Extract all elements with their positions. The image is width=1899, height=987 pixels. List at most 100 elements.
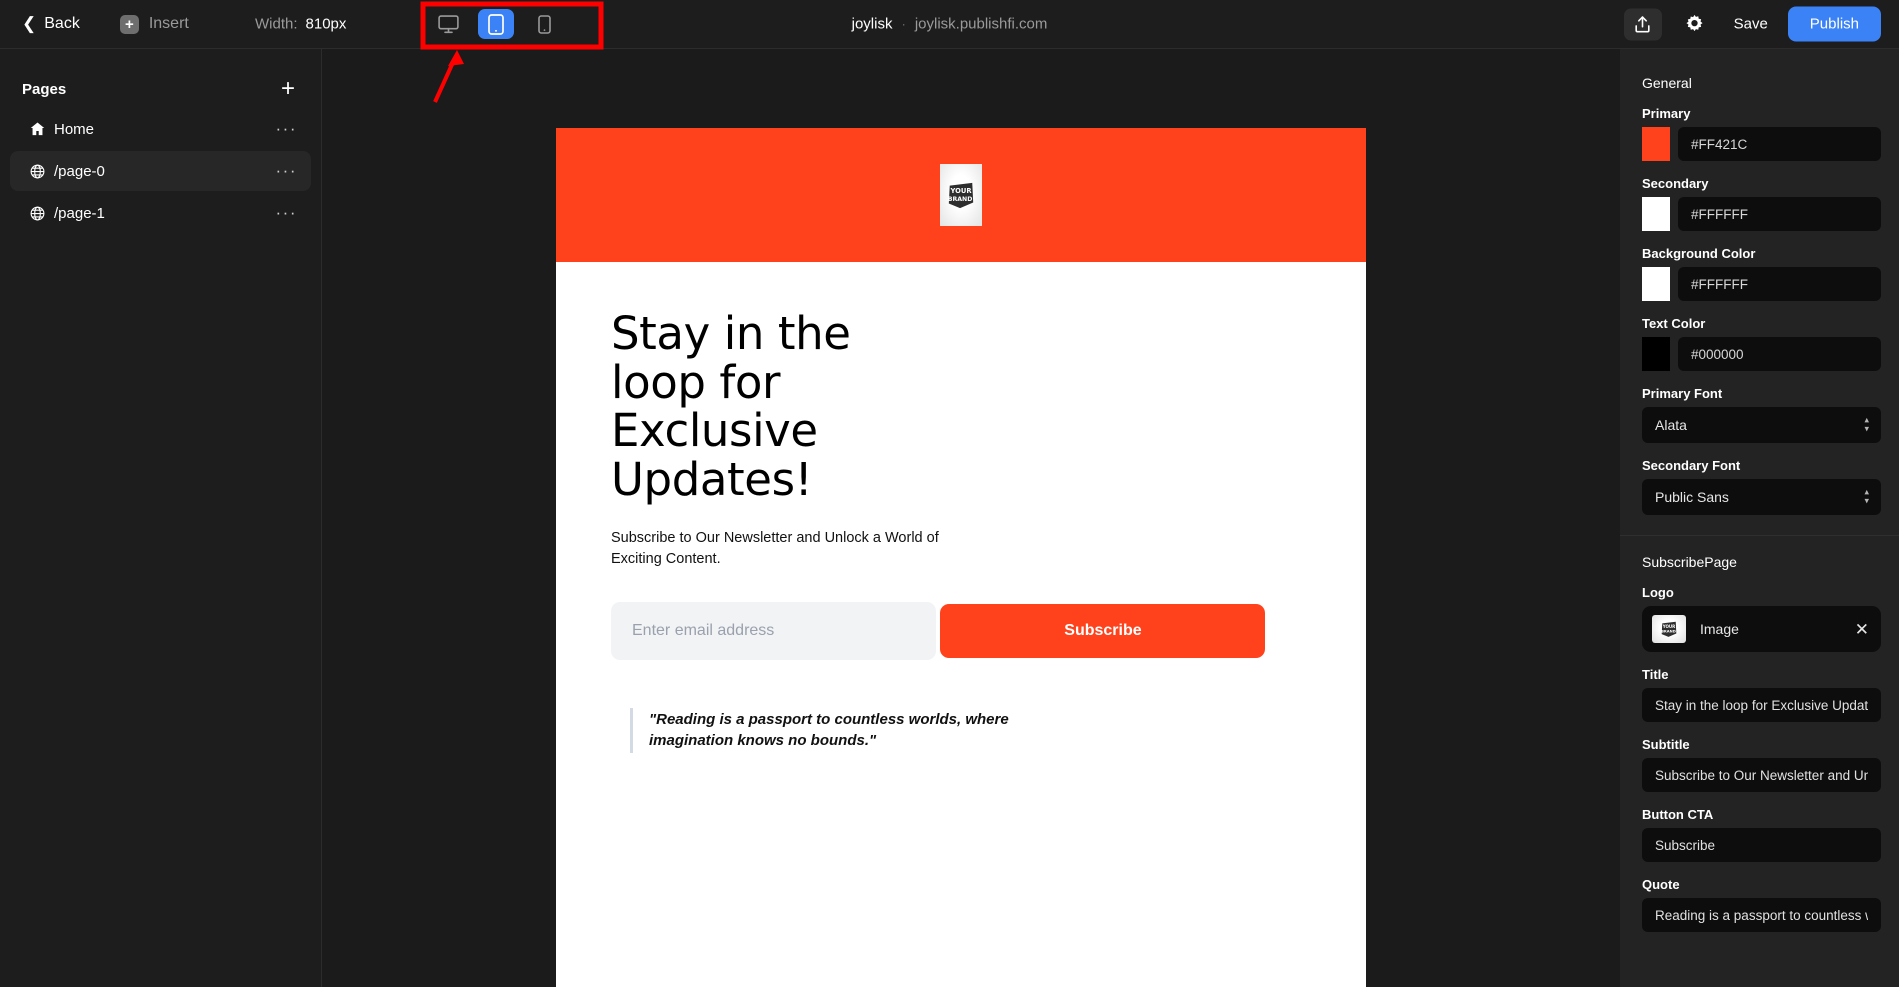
device-mobile-button[interactable] xyxy=(526,9,562,39)
gear-icon xyxy=(1686,14,1703,32)
logo-field[interactable]: YOUR BRAND Image ✕ xyxy=(1642,606,1881,652)
brand-logo-image[interactable]: YOUR BRAND xyxy=(940,164,982,226)
page-preview-frame[interactable]: YOUR BRAND Stay in the loop for Exclusiv… xyxy=(556,128,1366,987)
svg-text:BRAND: BRAND xyxy=(948,196,973,203)
primary-color-swatch[interactable] xyxy=(1642,127,1670,161)
title-field[interactable] xyxy=(1642,688,1881,722)
primary-font-select[interactable]: Alata xyxy=(1642,407,1881,443)
canvas-area: YOUR BRAND Stay in the loop for Exclusiv… xyxy=(322,49,1604,987)
publish-button[interactable]: Publish xyxy=(1787,6,1881,42)
properties-panel: General Primary Secondary Background Col… xyxy=(1620,49,1899,987)
background-color-row xyxy=(1642,267,1881,301)
canvas-width-display: Width: 810px xyxy=(255,16,346,33)
subscribe-section-title: SubscribePage xyxy=(1642,554,1737,570)
general-settings-group: Primary Secondary Background Color Text … xyxy=(1620,106,1899,515)
top-toolbar: ❮ Back + Insert Width: 810px joylisk · j… xyxy=(0,0,1899,49)
back-button[interactable]: ❮ Back xyxy=(22,15,80,33)
text-color-swatch[interactable] xyxy=(1642,337,1670,371)
sidebar-item-label: /page-0 xyxy=(54,162,105,180)
secondary-font-select-wrap: Public Sans ▴ ▾ xyxy=(1642,479,1881,515)
add-page-button[interactable]: + xyxy=(281,77,295,101)
phone-icon xyxy=(537,14,551,34)
hero-banner: YOUR BRAND xyxy=(556,128,1366,262)
logo-field-label: Logo xyxy=(1642,585,1674,600)
home-icon xyxy=(30,122,54,136)
top-toolbar-actions: Save Publish xyxy=(1623,6,1881,42)
subscribe-button[interactable]: Subscribe xyxy=(940,604,1266,659)
insert-button[interactable]: + Insert xyxy=(119,14,189,34)
sidebar-item-page-0[interactable]: /page-0 ··· xyxy=(10,151,311,191)
secondary-color-label: Secondary xyxy=(1642,176,1709,191)
logo-value-label: Image xyxy=(1700,621,1739,637)
tablet-icon xyxy=(488,13,504,35)
cta-field-label: Button CTA xyxy=(1642,807,1714,822)
text-color-label: Text Color xyxy=(1642,316,1706,331)
save-button[interactable]: Save xyxy=(1728,16,1774,33)
your-brand-logo-icon: YOUR BRAND xyxy=(1661,621,1677,637)
quote-text: "Reading is a passport to countless worl… xyxy=(649,711,1009,749)
device-toggle-group[interactable] xyxy=(430,9,562,39)
secondary-color-input[interactable] xyxy=(1678,197,1881,231)
svg-text:BRAND: BRAND xyxy=(1661,630,1676,634)
page-options-button[interactable]: ··· xyxy=(276,119,297,139)
primary-color-row xyxy=(1642,127,1881,161)
sidebar-item-page-1[interactable]: /page-1 ··· xyxy=(10,193,311,233)
close-icon[interactable]: ✕ xyxy=(1855,621,1869,638)
pages-header: Pages + xyxy=(0,49,321,107)
settings-button[interactable] xyxy=(1676,8,1714,40)
right-panel-gutter xyxy=(1604,49,1620,987)
quote-field-label: Quote xyxy=(1642,877,1680,892)
primary-color-input[interactable] xyxy=(1678,127,1881,161)
text-color-row xyxy=(1642,337,1881,371)
sidebar-item-label: Home xyxy=(54,120,95,138)
secondary-font-select[interactable]: Public Sans xyxy=(1642,479,1881,515)
background-color-label: Background Color xyxy=(1642,246,1756,261)
subscribe-section: Stay in the loop for Exclusive Updates! … xyxy=(556,262,1366,753)
subtitle-field-label: Subtitle xyxy=(1642,737,1690,752)
site-name: joylisk xyxy=(851,15,893,33)
logo-thumbnail[interactable]: YOUR BRAND xyxy=(1652,615,1686,643)
share-button[interactable] xyxy=(1623,8,1662,40)
site-breadcrumb: joylisk · joylisk.publishfi.com xyxy=(852,16,1048,33)
chevron-left-icon: ❮ xyxy=(22,13,37,33)
your-brand-logo-icon: YOUR BRAND xyxy=(948,182,974,209)
plus-icon: + xyxy=(119,14,139,34)
background-color-input[interactable] xyxy=(1678,267,1881,301)
svg-text:YOUR: YOUR xyxy=(949,187,972,195)
secondary-color-swatch[interactable] xyxy=(1642,197,1670,231)
width-value: 810px xyxy=(305,15,347,33)
email-input[interactable] xyxy=(611,602,936,661)
pages-title: Pages xyxy=(22,80,67,98)
device-desktop-button[interactable] xyxy=(430,9,466,39)
cta-field[interactable] xyxy=(1642,828,1881,862)
pages-sidebar: Pages + Home ··· /page-0 ··· /page-1 ··· xyxy=(0,49,322,987)
quote-block: "Reading is a passport to countless worl… xyxy=(630,708,1095,753)
sidebar-item-home[interactable]: Home ··· xyxy=(10,109,311,149)
page-options-button[interactable]: ··· xyxy=(276,161,297,181)
insert-label: Insert xyxy=(148,15,189,32)
general-section-title: General xyxy=(1642,75,1692,91)
subtitle-field[interactable] xyxy=(1642,758,1881,792)
secondary-color-row xyxy=(1642,197,1881,231)
primary-font-select-wrap: Alata ▴ ▾ xyxy=(1642,407,1881,443)
device-tablet-button[interactable] xyxy=(478,9,514,39)
quote-field[interactable] xyxy=(1642,898,1881,932)
sidebar-item-label: /page-1 xyxy=(54,204,105,222)
monitor-icon xyxy=(437,14,459,33)
app-root: ❮ Back + Insert Width: 810px joylisk · j… xyxy=(0,0,1899,987)
share-upload-icon xyxy=(1635,15,1650,32)
page-options-button[interactable]: ··· xyxy=(276,203,297,223)
page-subtitle: Subscribe to Our Newsletter and Unlock a… xyxy=(611,530,939,568)
primary-color-label: Primary xyxy=(1642,106,1691,121)
background-color-swatch[interactable] xyxy=(1642,267,1670,301)
globe-icon xyxy=(30,206,54,221)
page-title: Stay in the loop for Exclusive Updates! xyxy=(611,307,851,506)
text-color-input[interactable] xyxy=(1678,337,1881,371)
back-label: Back xyxy=(44,15,80,32)
width-label: Width: xyxy=(255,15,298,33)
site-url[interactable]: joylisk.publishfi.com xyxy=(915,16,1048,33)
subscribe-settings-group: Logo YOUR BRAND Image ✕ Title Subtitle B… xyxy=(1620,585,1899,932)
breadcrumb-separator: · xyxy=(901,16,906,32)
primary-font-label: Primary Font xyxy=(1642,386,1723,401)
secondary-font-label: Secondary Font xyxy=(1642,458,1741,473)
